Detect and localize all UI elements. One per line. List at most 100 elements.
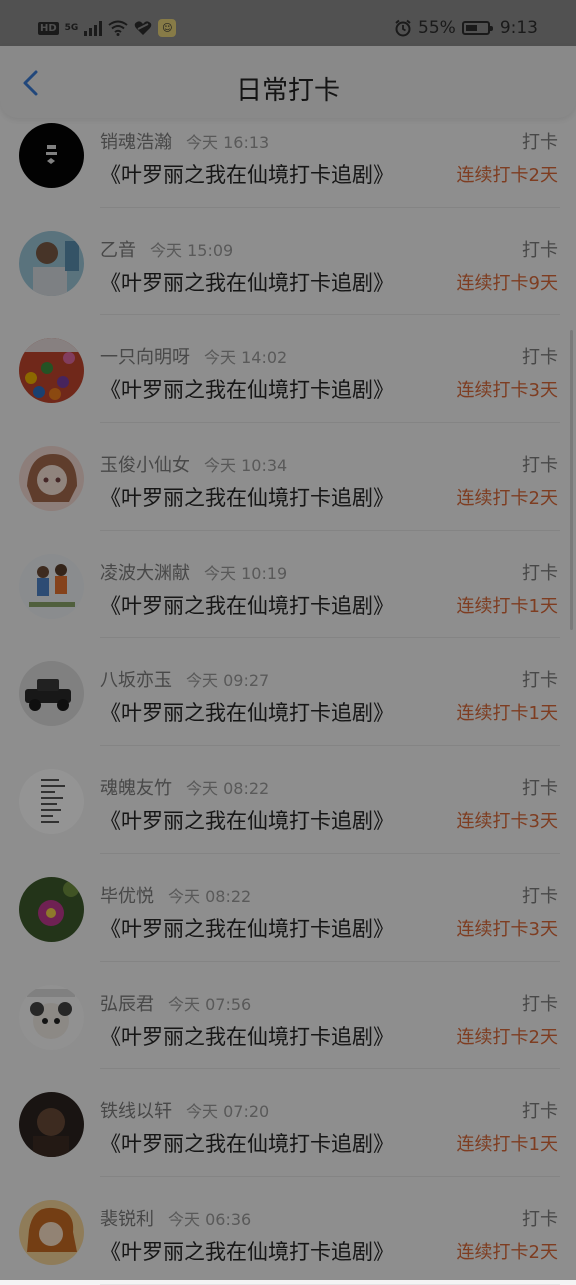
program-title: 《叶罗丽之我在仙境打卡追剧》 xyxy=(100,1024,394,1049)
program-title: 《叶罗丽之我在仙境打卡追剧》 xyxy=(100,163,394,187)
streak-label: 连续打卡3天 xyxy=(456,380,558,402)
battery-percent: 55% xyxy=(418,18,456,38)
avatar[interactable] xyxy=(19,1092,84,1158)
program-title: 《叶罗丽之我在仙境打卡追剧》 xyxy=(100,701,394,726)
nav-header: 日常打卡 xyxy=(0,46,576,118)
streak-label: 连续打卡1天 xyxy=(456,595,558,617)
program-title: 《叶罗丽之我在仙境打卡追剧》 xyxy=(100,486,394,511)
user-name-text: 乙音 xyxy=(100,239,136,261)
streak-label: 连续打卡1天 xyxy=(456,1134,558,1156)
avatar[interactable] xyxy=(19,446,84,512)
user-name: 裴锐利 今天 06:36 xyxy=(100,1205,251,1231)
wifi-icon xyxy=(108,20,128,36)
user-name-text: 魂魄友竹 xyxy=(100,778,172,800)
heart-link-icon xyxy=(135,21,152,35)
checkin-time: 今天 08:22 xyxy=(168,886,252,906)
divider xyxy=(100,1283,560,1285)
streak-label: 连续打卡3天 xyxy=(456,918,558,940)
user-name-text: 一只向明呀 xyxy=(100,347,190,369)
program-title: 《叶罗丽之我在仙境打卡追剧》 xyxy=(100,809,394,834)
list-item[interactable]: 魂魄友竹 今天 08:22 《叶罗丽之我在仙境打卡追剧》 打卡连续打卡3天 xyxy=(0,746,576,854)
status-icons-right: 55% 9:13 xyxy=(394,17,538,39)
checkin-label: 打卡 xyxy=(522,455,558,477)
user-name: 铁线以轩 今天 07:20 xyxy=(100,1097,269,1123)
avatar[interactable] xyxy=(19,876,84,942)
network-type: 5G xyxy=(64,22,79,33)
scrollbar[interactable] xyxy=(570,330,573,630)
checkin-label: 打卡 xyxy=(522,885,558,907)
list-item[interactable]: 弘辰君 今天 07:56 《叶罗丽之我在仙境打卡追剧》 打卡连续打卡2天 xyxy=(0,962,576,1070)
user-name: 弘辰君 今天 07:56 xyxy=(100,990,251,1016)
checkin-time: 今天 15:09 xyxy=(150,240,234,260)
program-title: 《叶罗丽之我在仙境打卡追剧》 xyxy=(100,593,394,618)
list-item[interactable]: 八坂亦玉 今天 09:27 《叶罗丽之我在仙境打卡追剧》 打卡连续打卡1天 xyxy=(0,638,576,747)
user-name-text: 毕优悦 xyxy=(100,885,154,907)
avatar[interactable] xyxy=(19,1199,84,1265)
streak-label: 连续打卡2天 xyxy=(456,488,558,510)
checkin-label: 打卡 xyxy=(522,562,558,584)
user-name: 销魂浩瀚 今天 16:13 xyxy=(100,128,269,154)
avatar[interactable] xyxy=(19,230,84,296)
signal-icon xyxy=(84,20,103,36)
streak-label: 连续打卡9天 xyxy=(456,272,558,294)
list-item[interactable]: 裴锐利 今天 06:36 《叶罗丽之我在仙境打卡追剧》 打卡连续打卡2天 xyxy=(0,1177,576,1285)
checkin-time: 今天 07:20 xyxy=(186,1102,270,1122)
user-name-text: 玉俊小仙女 xyxy=(100,455,190,477)
wechat-notification-icon: ☺ xyxy=(158,19,177,37)
alarm-icon xyxy=(395,19,411,37)
avatar[interactable] xyxy=(19,338,84,404)
checkin-list: 销魂浩瀚 今天 16:13 《叶罗丽之我在仙境打卡追剧》 打卡 连续打卡2天 乙音 今天 1… xyxy=(0,100,576,1285)
checkin-time: 今天 07:56 xyxy=(168,994,252,1014)
checkin-time: 今天 06:36 xyxy=(168,1209,252,1229)
avatar[interactable] xyxy=(19,984,84,1050)
checkin-time: 今天 10:19 xyxy=(204,563,288,583)
user-name-text: 凌波大渊献 xyxy=(100,562,190,584)
checkin-time: 今天 09:27 xyxy=(186,671,270,691)
user-name: 凌波大渊献 今天 10:19 xyxy=(100,559,287,585)
avatar[interactable] xyxy=(19,123,84,188)
streak-label: 连续打卡2天 xyxy=(456,165,558,186)
user-name-text: 铁线以轩 xyxy=(100,1101,172,1123)
checkin-label: 打卡 xyxy=(522,993,558,1015)
checkin-label: 打卡 xyxy=(522,778,558,800)
program-title: 《叶罗丽之我在仙境打卡追剧》 xyxy=(100,378,394,403)
user-name: 魂魄友竹 今天 08:22 xyxy=(100,774,269,800)
streak-label: 连续打卡3天 xyxy=(456,811,558,833)
page-title: 日常打卡 xyxy=(235,76,340,106)
program-title: 《叶罗丽之我在仙境打卡追剧》 xyxy=(100,916,394,941)
program-title: 《叶罗丽之我在仙境打卡追剧》 xyxy=(100,1239,394,1264)
streak-label: 连续打卡2天 xyxy=(456,1026,558,1048)
avatar[interactable] xyxy=(19,553,84,619)
user-name: 毕优悦 今天 08:22 xyxy=(100,882,251,908)
checkin-label: 打卡 xyxy=(522,132,558,153)
list-item[interactable]: 玉俊小仙女 今天 10:34 《叶罗丽之我在仙境打卡追剧》 打卡连续打卡2天 xyxy=(0,423,576,531)
user-name: 玉俊小仙女 今天 10:34 xyxy=(100,451,287,477)
avatar[interactable] xyxy=(19,769,84,835)
clock: 9:13 xyxy=(499,18,538,38)
program-title: 《叶罗丽之我在仙境打卡追剧》 xyxy=(100,270,394,295)
checkin-time: 今天 16:13 xyxy=(186,133,270,152)
checkin-label: 打卡 xyxy=(522,1101,558,1123)
checkin-label: 打卡 xyxy=(522,239,558,261)
list-item[interactable]: 一只向明呀 今天 14:02 《叶罗丽之我在仙境打卡追剧》 打卡 连续打卡3天 xyxy=(0,315,576,424)
streak-label: 连续打卡1天 xyxy=(456,703,558,725)
user-name-text: 八坂亦玉 xyxy=(100,670,172,692)
list-item[interactable]: 乙音 今天 15:09 《叶罗丽之我在仙境打卡追剧》 打卡连续打卡9天 xyxy=(0,208,576,316)
status-icons-left: HD 5G ☺ xyxy=(38,17,177,39)
user-name-text: 裴锐利 xyxy=(100,1208,154,1230)
list-item[interactable]: 铁线以轩 今天 07:20 《叶罗丽之我在仙境打卡追剧》 打卡连续打卡1天 xyxy=(0,1069,576,1177)
battery-icon xyxy=(461,21,493,35)
checkin-time: 今天 10:34 xyxy=(204,456,288,476)
user-name: 乙音 今天 15:09 xyxy=(100,236,233,262)
user-name: 一只向明呀 今天 14:02 xyxy=(100,343,287,369)
checkin-time: 今天 08:22 xyxy=(186,779,270,799)
hd-icon: HD xyxy=(38,21,59,35)
program-title: 《叶罗丽之我在仙境打卡追剧》 xyxy=(100,1132,394,1157)
checkin-time: 今天 14:02 xyxy=(204,348,288,368)
checkin-label: 打卡 xyxy=(522,1208,558,1230)
avatar[interactable] xyxy=(19,661,84,727)
list-item[interactable]: 凌波大渊献 今天 10:19 《叶罗丽之我在仙境打卡追剧》 打卡连续打卡1天 xyxy=(0,531,576,639)
list-item[interactable]: 毕优悦 今天 08:22 《叶罗丽之我在仙境打卡追剧》 打卡连续打卡3天 xyxy=(0,854,576,962)
checkin-label: 打卡 xyxy=(522,670,558,692)
streak-label: 连续打卡2天 xyxy=(456,1241,558,1263)
